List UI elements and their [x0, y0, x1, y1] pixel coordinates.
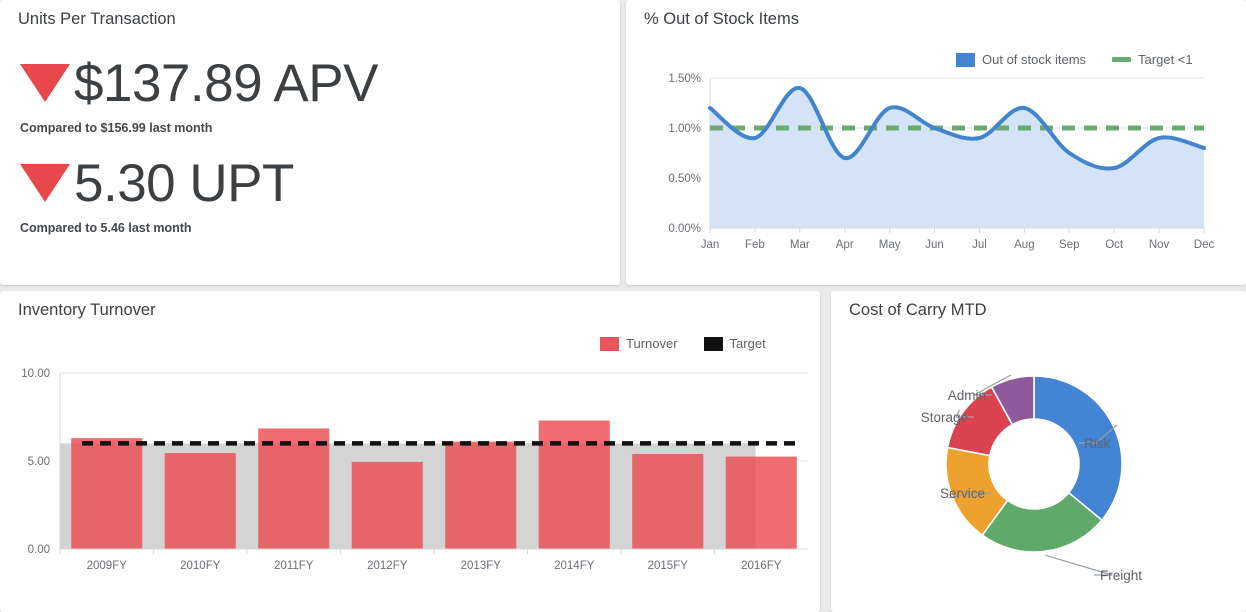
kpi-metric-apv: $137.89 APV Compared to $156.99 last mon… — [20, 52, 378, 135]
y-axis-tick-label: 5.00 — [28, 456, 50, 468]
x-axis-tick-label: Jul — [972, 239, 987, 251]
bar-2011FY[interactable] — [258, 428, 330, 549]
x-axis-tick-label: Mar — [790, 239, 810, 251]
x-axis-tick-label: 2010FY — [180, 560, 221, 572]
bar-2009FY[interactable] — [71, 438, 143, 549]
x-axis-tick-label: Oct — [1105, 239, 1124, 251]
trend-down-icon — [20, 164, 70, 202]
x-axis-tick-label: Nov — [1149, 239, 1170, 251]
x-axis-tick-label: 2011FY — [274, 560, 314, 572]
legend-swatch-icon — [703, 336, 723, 351]
legend-swatch-icon — [600, 336, 619, 351]
x-axis-tick-label: 2016FY — [741, 560, 782, 572]
page-title-cost-of-carry: Cost of Carry MTD — [849, 301, 987, 319]
donut-label-admin: Admin — [948, 388, 986, 403]
legend-item-turnover[interactable]: Turnover — [600, 336, 678, 351]
bar-2014FY[interactable] — [538, 420, 610, 549]
y-axis-tick-label: 0.00 — [28, 544, 50, 556]
out-of-stock-area-chart[interactable]: 0.00% 0.50% 1.00% 1.50% Jan Feb Mar Apr May Jun Ju… — [626, 40, 1246, 285]
dashboard-root: Units Per Transaction $137.89 APV Compar… — [0, 0, 1246, 612]
x-axis-tick-label: Jun — [925, 239, 944, 251]
bar-2010FY[interactable] — [164, 453, 236, 549]
legend-item-target[interactable]: Target — [703, 336, 766, 351]
x-axis-tick-label: 2009FY — [87, 560, 128, 572]
y-axis-tick-label: 1.50% — [668, 73, 701, 85]
trend-down-icon — [20, 64, 70, 102]
page-title-units-per-transaction: Units Per Transaction — [18, 10, 176, 28]
y-axis-tick-label: 0.50% — [668, 173, 701, 185]
x-axis-tick-label: 2014FY — [554, 560, 595, 572]
y-axis-tick-label: 0.00% — [668, 223, 701, 235]
units-per-transaction-card: Units Per Transaction $137.89 APV Compar… — [0, 0, 620, 285]
kpi-metric-apv-row: $137.89 APV — [20, 52, 378, 114]
donut-label-freight: Freight — [1100, 568, 1142, 583]
kpi-metric-upt-row: 5.30 UPT — [20, 152, 294, 214]
bar-2016FY[interactable] — [725, 456, 797, 549]
inventory-turnover-card: Inventory Turnover Turnover Target 0.00 5… — [0, 291, 820, 612]
x-axis-tick-label: Sep — [1059, 239, 1079, 251]
x-axis-tick-label: 2013FY — [461, 560, 502, 572]
out-of-stock-items-card: % Out of Stock Items Out of stock items … — [626, 0, 1246, 285]
inventory-turnover-bar-chart[interactable]: 0.00 5.00 10.00 2009FY 2010FY 2011FY 2012FY 201… — [0, 361, 820, 611]
bar-2013FY[interactable] — [445, 441, 517, 549]
bar-2015FY[interactable] — [632, 453, 704, 549]
legend-label-turnover: Turnover — [626, 336, 678, 351]
donut-label-service: Service — [940, 486, 985, 501]
x-axis-tick-label: Apr — [836, 239, 854, 251]
kpi-metric-apv-value: $137.89 APV — [74, 53, 378, 113]
kpi-metric-upt: 5.30 UPT Compared to 5.46 last month — [20, 152, 294, 235]
bar-chart-legend: Turnover Target — [600, 336, 792, 351]
page-title-inventory-turnover: Inventory Turnover — [18, 301, 156, 319]
x-axis-tick-label: Aug — [1014, 239, 1034, 251]
x-axis-tick-label: Dec — [1194, 239, 1215, 251]
donut-label-risk: Risk — [1084, 436, 1110, 451]
bar-2012FY[interactable] — [351, 461, 423, 549]
page-title-out-of-stock: % Out of Stock Items — [644, 10, 799, 28]
y-axis-tick-label: 1.00% — [668, 123, 701, 135]
x-axis-tick-label: 2015FY — [648, 560, 689, 572]
kpi-metric-upt-comparison: Compared to 5.46 last month — [20, 221, 192, 235]
x-axis-tick-label: 2012FY — [367, 560, 408, 572]
cost-of-carry-donut-chart[interactable]: Risk Freight Service Storage Admin — [831, 331, 1246, 611]
y-axis-tick-label: 10.00 — [21, 368, 50, 380]
x-axis-tick-label: Jan — [701, 239, 720, 251]
x-axis-tick-label: Feb — [745, 239, 765, 251]
cost-of-carry-card: Cost of Carry MTD Risk Freight Service Stor… — [831, 291, 1246, 612]
x-axis-tick-label: May — [879, 239, 901, 251]
kpi-metric-apv-comparison: Compared to $156.99 last month — [20, 121, 213, 135]
kpi-metric-upt-value: 5.30 UPT — [74, 153, 294, 213]
donut-label-storage: Storage — [921, 410, 968, 425]
legend-label-target: Target — [729, 336, 766, 351]
